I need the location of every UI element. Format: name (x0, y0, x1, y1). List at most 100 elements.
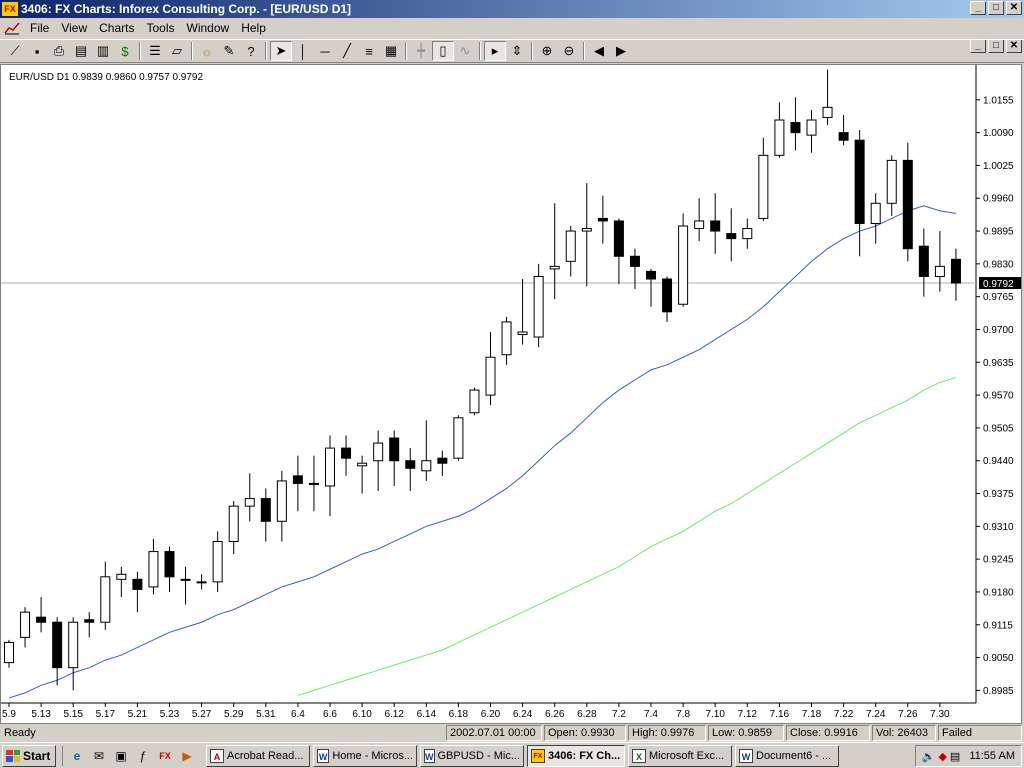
quick-launch: e ✉ ▣ ƒ FX ▶ (62, 745, 197, 766)
price-tick-label: 0.9635 (983, 358, 1014, 369)
window-title: 3406: FX Charts: Inforex Consulting Corp… (21, 2, 352, 16)
dollar-icon[interactable]: $ (114, 41, 136, 61)
zoom-in-icon[interactable]: ⊕ (536, 41, 558, 61)
menu-file[interactable]: File (24, 18, 55, 38)
time-tick-label: 5.29 (224, 709, 244, 720)
candle-body (790, 122, 801, 134)
network-icon[interactable]: ▤ (950, 750, 960, 763)
line-series-icon[interactable]: ∿ (454, 41, 476, 61)
taskbar-button[interactable]: FX 3406: FX Ch... (527, 744, 625, 767)
menu-help[interactable]: Help (235, 18, 272, 38)
autoscroll-icon[interactable]: ⇕ (506, 41, 528, 61)
time-tick-label: 6.20 (481, 709, 501, 720)
status-time: 2002.07.01 00:00 (446, 725, 542, 741)
candle-body (52, 621, 63, 669)
ie-icon[interactable]: e (67, 746, 87, 766)
bar-chart-icon[interactable]: ┿ (410, 41, 432, 61)
candle-body (292, 475, 303, 484)
clock[interactable]: 11:55 AM (969, 750, 1015, 762)
desktop-icon[interactable]: ▣ (111, 746, 131, 766)
fibonacci-icon[interactable]: ▦ (380, 41, 402, 61)
start-button[interactable]: Start (2, 744, 56, 767)
taskbar-button[interactable]: W Document6 - ... (735, 744, 839, 767)
trendline-icon[interactable]: ╱ (336, 41, 358, 61)
properties-icon[interactable]: ▤ (70, 41, 92, 61)
media-icon[interactable]: ▶ (177, 746, 197, 766)
candle-chart-icon[interactable]: ▯ (432, 41, 454, 61)
chart-window[interactable]: EUR/USD D1 0.9839 0.9860 0.9757 0.9792 1… (0, 64, 1022, 724)
candle-body (485, 356, 496, 396)
candle-body (678, 225, 689, 305)
time-tick-label: 6.4 (291, 709, 305, 720)
sun-icon[interactable]: ☼ (196, 41, 218, 61)
speaker-icon[interactable]: 🔈 (922, 750, 936, 763)
menu-charts[interactable]: Charts (93, 18, 140, 38)
outlook-icon[interactable]: ✉ (89, 746, 109, 766)
candle-body (405, 460, 416, 469)
scroll-right-icon[interactable]: ▶ (610, 41, 632, 61)
status-low: Low: 0.9859 (708, 725, 784, 741)
save-icon[interactable]: ▪ (26, 41, 48, 61)
start-label: Start (23, 748, 51, 763)
taskbar-button[interactable]: A Acrobat Read... (206, 744, 310, 767)
candle-body (501, 321, 512, 356)
clipboard-icon[interactable]: ▥ (92, 41, 114, 61)
fx-quicklaunch-icon[interactable]: FX (155, 746, 175, 766)
candle-body (437, 457, 448, 464)
cursor-icon[interactable]: ➤ (270, 41, 292, 61)
tools-icon[interactable]: ✎ (218, 41, 240, 61)
candle-body (148, 551, 159, 588)
candle-body (244, 498, 255, 507)
chart-document-icon[interactable] (4, 21, 20, 35)
toolbar-separator (405, 42, 407, 60)
candle-body (854, 139, 865, 224)
time-tick-label: 5.31 (256, 709, 276, 720)
task-label: Home - Micros... (332, 749, 413, 762)
time-tick-label: 6.6 (323, 709, 337, 720)
print-icon[interactable]: ⎙ (48, 41, 70, 61)
menu-view[interactable]: View (55, 18, 93, 38)
taskbar-button[interactable]: W GBPUSD - Mic... (420, 744, 524, 767)
list-icon[interactable]: ☰ (144, 41, 166, 61)
help-icon[interactable]: ? (240, 41, 262, 61)
time-tick-label: 7.22 (834, 709, 854, 720)
zoom-out-icon[interactable]: ⊖ (558, 41, 580, 61)
menu-window[interactable]: Window (181, 18, 236, 38)
taskbar-button[interactable]: W Home - Micros... (313, 744, 417, 767)
vertical-line-icon[interactable]: │ (292, 41, 314, 61)
chart-header-label: EUR/USD D1 0.9839 0.9860 0.9757 0.9792 (9, 72, 203, 83)
channel-icon[interactable]: ≡ (358, 41, 380, 61)
maximize-button[interactable]: □ (988, 1, 1004, 15)
price-tick-label: 0.9505 (983, 423, 1014, 434)
time-tick-label: 7.16 (770, 709, 790, 720)
line-chart-icon[interactable]: ⟋ (4, 41, 26, 61)
candle-body (212, 540, 223, 583)
price-tick-label: 0.9830 (983, 259, 1014, 270)
menu-tools[interactable]: Tools (140, 18, 180, 38)
candlestick-chart[interactable]: EUR/USD D1 0.9839 0.9860 0.9757 0.9792 1… (1, 65, 1021, 723)
fx-app-icon[interactable]: FX (2, 2, 18, 16)
status-volume: Vol: 26403 (872, 725, 936, 741)
shift-icon[interactable]: ▸ (484, 41, 506, 61)
price-tick-label: 0.8985 (983, 686, 1014, 697)
minimize-button[interactable]: _ (970, 1, 986, 15)
price-tick-label: 0.9050 (983, 653, 1014, 664)
status-ready: Ready (4, 727, 36, 739)
horizontal-line-icon[interactable]: ─ (314, 41, 336, 61)
task-app-icon: A (210, 748, 224, 763)
candle-body (533, 275, 544, 338)
price-tick-label: 0.9180 (983, 587, 1014, 598)
tray-icon[interactable]: ◆ (938, 750, 946, 763)
task-list: A Acrobat Read... W Home - Micros... W GBPUSD… (203, 744, 839, 767)
time-tick-label: 5.23 (160, 709, 180, 720)
scroll-left-icon[interactable]: ◀ (588, 41, 610, 61)
time-tick-label: 7.30 (930, 709, 950, 720)
candle-body (886, 159, 897, 204)
function-icon[interactable]: ƒ (133, 746, 153, 766)
close-button[interactable]: ✕ (1006, 1, 1022, 15)
candle-body (132, 578, 143, 590)
candle-body (774, 119, 785, 156)
window-controls: _ □ ✕ (970, 1, 1022, 15)
taskbar-button[interactable]: X Microsoft Exc... (628, 744, 732, 767)
open-icon[interactable]: ▱ (166, 41, 188, 61)
